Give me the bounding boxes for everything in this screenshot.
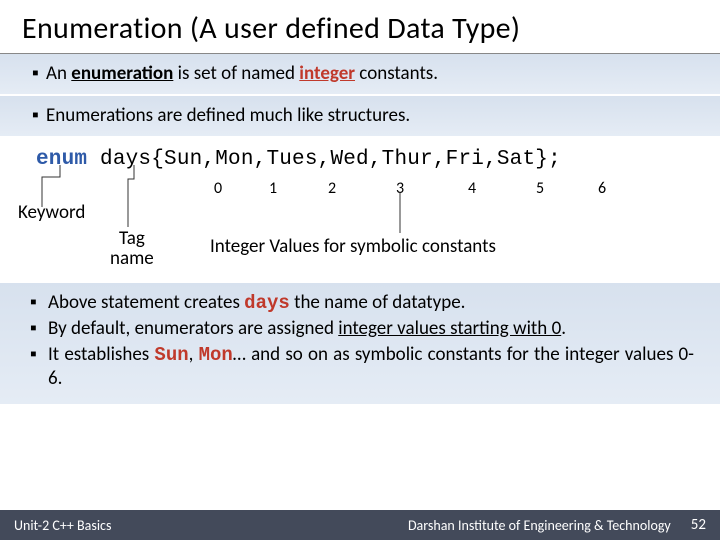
- footer-bar: Unit-2 C++ Basics Darshan Institute of E…: [0, 510, 720, 540]
- slide-body: ▪ An enumeration is set of named integer…: [0, 54, 720, 404]
- text: An: [46, 62, 71, 85]
- text: Above statement creates: [48, 291, 244, 314]
- bullet-5: ▪ It establishes Sun, Mon… and so on as …: [30, 343, 694, 392]
- bullet-3: ▪ Above statement creates days the name …: [30, 291, 694, 315]
- text-bold-red: integer: [299, 62, 355, 85]
- code-keyword: enum: [36, 148, 87, 171]
- lower-bullets: ▪ Above statement creates days the name …: [0, 283, 720, 404]
- code-inline: Mon: [199, 344, 233, 366]
- num-5: 5: [536, 179, 544, 198]
- num-3: 3: [396, 179, 404, 198]
- num-6: 6: [598, 179, 606, 198]
- text: name: [110, 247, 154, 270]
- text: Tag: [119, 227, 145, 250]
- text: constants.: [355, 62, 438, 85]
- text: .: [561, 317, 566, 340]
- footer-center: Darshan Institute of Engineering & Techn…: [111, 517, 690, 534]
- text: the name of datatype.: [290, 291, 466, 314]
- text: It establishes: [48, 343, 154, 366]
- text: By default, enumerators are assigned: [48, 317, 338, 340]
- bullet-1: ▪ An enumeration is set of named integer…: [0, 54, 720, 94]
- footer-page-number: 52: [691, 516, 706, 534]
- text-bold: enumeration: [71, 62, 173, 85]
- label-integer-values: Integer Values for symbolic constants: [210, 235, 496, 258]
- text-underline: integer values starting with 0: [338, 317, 561, 340]
- code-rest: days{Sun,Mon,Tues,Wed,Thur,Fri,Sat};: [87, 148, 561, 171]
- text: is set of named: [173, 62, 299, 85]
- text: ,: [189, 343, 199, 366]
- num-4: 4: [468, 179, 476, 198]
- label-tag-name: Tag name: [110, 229, 154, 271]
- connector-values: [390, 191, 420, 237]
- text: Enumerations are defined much like struc…: [46, 104, 686, 128]
- code-inline: days: [244, 292, 290, 314]
- num-2: 2: [328, 179, 336, 198]
- code-line: enum days{Sun,Mon,Tues,Wed,Thur,Fri,Sat}…: [0, 138, 720, 173]
- bullet-2: ▪Enumerations are defined much like stru…: [0, 96, 720, 136]
- bullet-4: ▪ By default, enumerators are assigned i…: [30, 317, 694, 341]
- slide-title: Enumeration (A user defined Data Type): [0, 0, 720, 54]
- label-keyword: Keyword: [18, 201, 85, 224]
- num-0: 0: [214, 179, 222, 198]
- num-1: 1: [269, 179, 277, 198]
- code-inline: Sun: [154, 344, 188, 366]
- annotation-area: 0 1 2 3 4 5 6 Keyword Tag name Integer V…: [0, 173, 720, 283]
- footer-left: Unit-2 C++ Basics: [14, 517, 111, 534]
